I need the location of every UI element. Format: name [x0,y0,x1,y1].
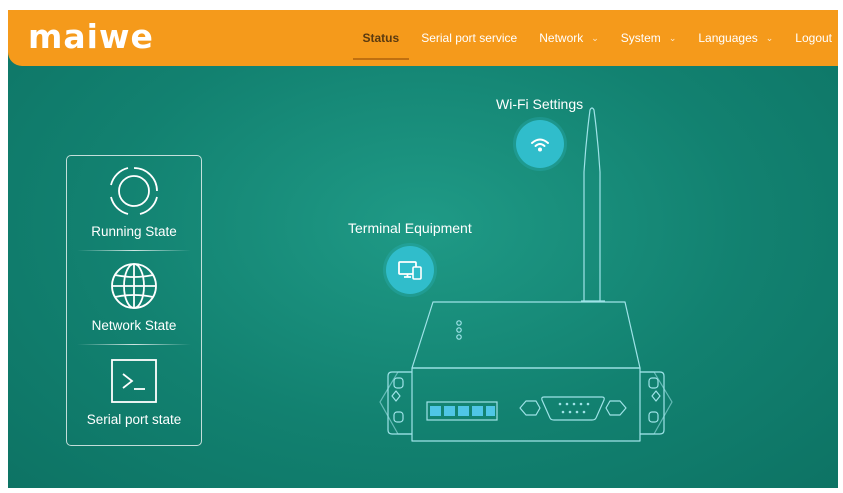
sidebar-divider [77,344,191,345]
device-body [411,367,641,442]
status-sidebar: Running State Network State Serial port … [66,155,202,446]
terminal-equipment-hotspot[interactable]: Terminal Equipment [348,220,472,294]
antenna [583,107,601,301]
sidebar-item-serial-port-state[interactable]: Serial port state [67,348,201,442]
wifi-settings-hotspot[interactable]: Wi-Fi Settings [496,96,583,168]
wifi-icon [515,120,564,168]
sidebar-divider [77,250,191,251]
device-lid [411,301,641,369]
terminal-icon [111,359,157,403]
sidebar-label-running-state: Running State [91,224,177,239]
devices-icon [385,246,434,294]
wifi-settings-label: Wi-Fi Settings [496,96,584,112]
sidebar-label-network-state: Network State [91,318,177,333]
globe-icon [111,263,157,309]
sidebar-item-running-state[interactable]: Running State [67,156,201,250]
sidebar-item-network-state[interactable]: Network State [67,252,201,346]
sidebar-label-serial-port-state: Serial port state [86,412,182,427]
app-frame: maiwe Status Serial port service Network… [8,10,838,488]
terminal-equipment-label: Terminal Equipment [348,220,472,236]
terminal-block [426,401,498,421]
running-state-icon [110,167,158,215]
serial-port-db9 [541,396,605,421]
